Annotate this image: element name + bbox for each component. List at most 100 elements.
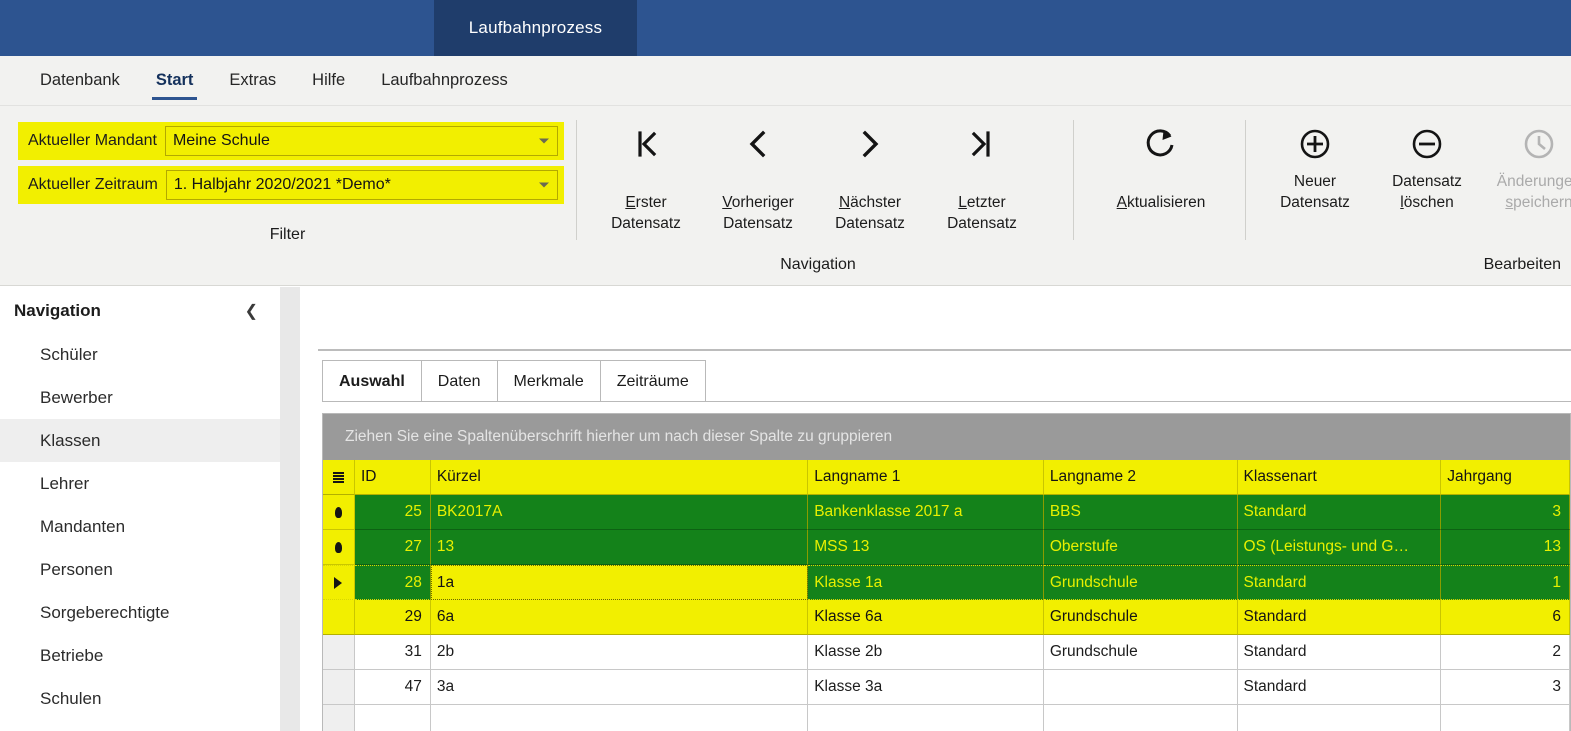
table-row[interactable]: 27 13 MSS 13 Oberstufe OS (Leistungs- und G…… [323, 530, 1570, 565]
row-indicator-cell[interactable] [323, 495, 355, 530]
ribbon-tab-extras[interactable]: Extras [211, 56, 294, 105]
grid-column-chooser-icon[interactable] [323, 460, 355, 495]
grid-cell[interactable]: Klasse 6a [808, 600, 1044, 635]
grid-cell[interactable]: MSS 13 [808, 530, 1044, 565]
sidebar-item-klassen[interactable]: Klassen [0, 419, 280, 462]
grid-cell[interactable]: OS (Leistungs- und G… [1237, 530, 1442, 565]
grid-cell[interactable]: 3 [1441, 670, 1570, 705]
grid-cell[interactable]: Grundschule [1043, 565, 1238, 600]
next-record-button[interactable]: Nächster Datensatz [814, 116, 926, 235]
grid-cell-text: Standard [1243, 643, 1307, 660]
grid-cell[interactable]: 2b [430, 635, 809, 670]
sidebar-item-bewerber[interactable]: Bewerber [0, 376, 280, 419]
row-indicator-cell[interactable] [323, 670, 355, 705]
grid-cell[interactable]: 29 [354, 600, 431, 635]
grid-column-header[interactable]: Langname 1 [808, 460, 1044, 495]
grid-cell[interactable]: Standard [1237, 670, 1442, 705]
table-row[interactable]: 47 3a Klasse 3a Standard 3 [323, 670, 1570, 705]
grid-cell[interactable]: 25 [354, 495, 431, 530]
previous-record-button[interactable]: Vorheriger Datensatz [702, 116, 814, 235]
tab-zeiträume[interactable]: Zeiträume [599, 360, 706, 402]
sidebar-item-lehrer[interactable]: Lehrer [0, 462, 280, 505]
grid-cell-text: 47 [404, 678, 422, 695]
grid-cell[interactable]: 6 [1441, 600, 1570, 635]
ribbon-tab-datenbank[interactable]: Datenbank [22, 56, 138, 105]
refresh-button[interactable]: Aktualisieren [1096, 116, 1226, 214]
grid-cell[interactable] [1043, 705, 1238, 731]
grid-cell[interactable] [808, 705, 1044, 731]
grid-cell[interactable]: Grundschule [1043, 635, 1238, 670]
grid-cell[interactable]: 28 [354, 565, 431, 600]
table-row[interactable]: 25 BK2017A Bankenklasse 2017 a BBS Standard 3 [323, 495, 1570, 530]
table-row[interactable]: 31 2b Klasse 2b Grundschule Standard 2 [323, 635, 1570, 670]
grid-cell[interactable]: 1a [430, 565, 809, 600]
grid-cell[interactable]: Grundschule [1043, 600, 1238, 635]
grid-cell[interactable]: Bankenklasse 2017 a [808, 495, 1044, 530]
grid-cell[interactable]: 1 [1441, 565, 1570, 600]
table-row[interactable]: 28 1a Klasse 1a Grundschule Standard 1 [323, 565, 1570, 600]
grid-cell[interactable]: Klasse 1a [808, 565, 1044, 600]
grid-cell[interactable]: BK2017A [430, 495, 809, 530]
delete-record-button[interactable]: Datensatz löschen [1371, 116, 1483, 214]
grid-cell[interactable]: 13 [1441, 530, 1570, 565]
grid-cell[interactable]: Standard [1237, 565, 1442, 600]
sidebar-item-personen[interactable]: Personen [0, 548, 280, 591]
ribbon-tab-start[interactable]: Start [138, 56, 212, 105]
row-indicator-cell[interactable] [323, 565, 355, 600]
grid-cell[interactable] [354, 705, 431, 731]
ribbon-tab-hilfe[interactable]: Hilfe [294, 56, 363, 105]
new-record-button[interactable]: Neuer Datensatz [1259, 116, 1371, 214]
grid-cell[interactable] [1237, 705, 1442, 731]
tab-auswahl[interactable]: Auswahl [322, 360, 422, 402]
grid-cell[interactable]: 3 [1441, 495, 1570, 530]
current-mandant-combobox[interactable]: Meine Schule [164, 126, 558, 156]
grid-cell[interactable]: 13 [430, 530, 809, 565]
sidebar-item-sorgeberechtigte[interactable]: Sorgeberechtigte [0, 591, 280, 634]
table-row[interactable]: 29 6a Klasse 6a Grundschule Standard 6 [323, 600, 1570, 635]
grid-column-header[interactable]: Jahrgang [1441, 460, 1570, 495]
table-row[interactable] [323, 705, 1570, 731]
grid-cell[interactable]: 6a [430, 600, 809, 635]
grid-cell[interactable]: 27 [354, 530, 431, 565]
grid-cell[interactable]: 2 [1441, 635, 1570, 670]
grid-cell[interactable]: Klasse 2b [808, 635, 1044, 670]
sidebar-item-schüler[interactable]: Schüler [0, 333, 280, 376]
row-indicator-cell[interactable] [323, 600, 355, 635]
current-zeitraum-combobox[interactable]: 1. Halbjahr 2020/2021 *Demo* [165, 170, 558, 200]
row-indicator-cell[interactable] [323, 705, 355, 731]
ribbon-group-refresh: Aktualisieren [1060, 106, 1245, 286]
grid-cell[interactable] [1441, 705, 1570, 731]
grid-cell[interactable]: 3a [430, 670, 809, 705]
grid-cell[interactable]: Standard [1237, 495, 1442, 530]
grid-cell[interactable]: 31 [354, 635, 431, 670]
grid-cell[interactable] [430, 705, 809, 731]
tab-daten[interactable]: Daten [420, 360, 498, 402]
grid-column-header[interactable]: ID [354, 460, 431, 495]
tab-merkmale[interactable]: Merkmale [496, 360, 601, 402]
titlebar-document-tab[interactable]: Laufbahnprozess [434, 0, 637, 56]
sidebar-item-betriebe[interactable]: Betriebe [0, 634, 280, 677]
grid-cell[interactable]: Oberstufe [1043, 530, 1238, 565]
grid-column-header[interactable]: Langname 2 [1043, 460, 1238, 495]
sidebar-item-schulen[interactable]: Schulen [0, 677, 280, 720]
first-record-button[interactable]: Erster Datensatz [590, 116, 702, 235]
grid-cell[interactable]: BBS [1043, 495, 1238, 530]
grid-cell[interactable]: 47 [354, 670, 431, 705]
grid-cell[interactable]: Standard [1237, 635, 1442, 670]
chevron-left-icon[interactable]: ❮ [245, 301, 258, 321]
row-indicator-cell[interactable] [323, 635, 355, 670]
grid-group-panel[interactable]: Ziehen Sie eine Spaltenüberschrift hierh… [323, 414, 1570, 460]
grid-cell[interactable]: Klasse 3a [808, 670, 1044, 705]
sidebar-item-label: Sorgeberechtigte [40, 602, 170, 622]
grid-cell-text: 28 [404, 573, 422, 591]
last-record-button[interactable]: Letzter Datensatz [926, 116, 1038, 235]
ribbon-tab-laufbahnprozess[interactable]: Laufbahnprozess [363, 56, 526, 105]
row-indicator-cell[interactable] [323, 530, 355, 565]
grid-cell[interactable]: Standard [1237, 600, 1442, 635]
grid-cell[interactable] [1043, 670, 1238, 705]
grid-cell-text: 3 [1552, 503, 1561, 520]
data-grid[interactable]: Ziehen Sie eine Spaltenüberschrift hierh… [322, 413, 1571, 731]
grid-column-header[interactable]: Kürzel [430, 460, 809, 495]
sidebar-item-mandanten[interactable]: Mandanten [0, 505, 280, 548]
grid-column-header[interactable]: Klassenart [1237, 460, 1442, 495]
